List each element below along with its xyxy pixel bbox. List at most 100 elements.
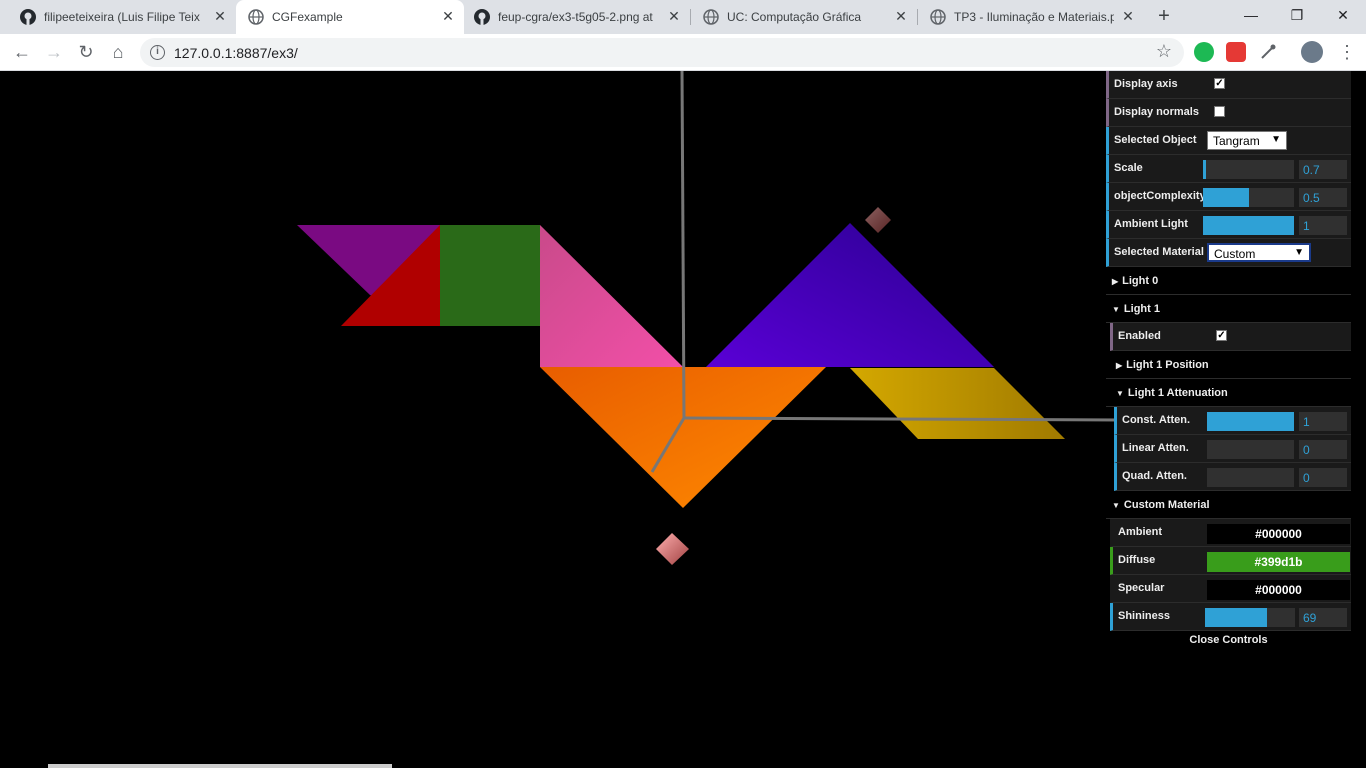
eyedropper-icon[interactable] [1258,42,1278,62]
light1-enabled-row[interactable]: Enabled ✓ [1110,323,1351,351]
folder-light1-position[interactable]: ▶ Light 1 Position [1106,351,1351,379]
const-atten-row[interactable]: Const. Atten. 1 [1114,407,1351,435]
shininess-label: Shininess [1118,610,1170,622]
close-tab-icon[interactable]: ✕ [212,8,228,24]
linear-atten-label: Linear Atten. [1122,442,1189,454]
specular-color-label: Specular [1118,582,1165,594]
forward-button[interactable]: → [42,40,66,64]
address-bar[interactable]: i 127.0.0.1:8887/ex3/ ☆ [140,38,1184,67]
shininess-slider[interactable] [1205,608,1295,627]
object-complexity-slider[interactable] [1203,188,1294,207]
caret-down-icon: ▼ [1116,389,1124,398]
minimize-button[interactable]: — [1228,0,1274,30]
selected-material-select[interactable]: Custom ▼ [1207,243,1311,262]
selected-object-row[interactable]: Selected Object Tangram ▼ [1106,127,1351,155]
quad-atten-slider[interactable] [1207,468,1294,487]
info-icon[interactable]: i [150,45,165,60]
url-text[interactable]: 127.0.0.1:8887/ex3/ [174,45,298,61]
quad-atten-row[interactable]: Quad. Atten. 0 [1114,463,1351,491]
yellow-parallelogram [850,368,1065,439]
browser-toolbar: ← → ↻ ⌂ i 127.0.0.1:8887/ex3/ ☆ ⋮ [0,34,1366,71]
tab-bar: filipeeteixeira (Luis Filipe Teixeira) ✕… [0,0,1366,34]
light-marker-diamond [865,207,891,233]
selected-material-row[interactable]: Selected Material Custom ▼ [1106,239,1351,267]
tab-github-file[interactable]: feup-cgra/ex3-t5g05-2.png at ✕ [464,0,690,34]
const-atten-value[interactable]: 1 [1299,412,1347,431]
tab-uc[interactable]: UC: Computação Gráfica ✕ [691,0,917,34]
folder-light1-attenuation[interactable]: ▼ Light 1 Attenuation [1106,379,1351,407]
extension-red-icon[interactable] [1226,42,1246,62]
tab-github-profile[interactable]: filipeeteixeira (Luis Filipe Teixeira) ✕ [8,0,236,34]
home-button[interactable]: ⌂ [106,40,130,64]
folder-custom-material-label: Custom Material [1123,499,1210,511]
close-tab-icon[interactable]: ✕ [1120,8,1136,24]
ambient-light-label: Ambient Light [1114,218,1188,230]
selected-object-select[interactable]: Tangram ▼ [1207,131,1287,150]
globe-icon [930,9,946,25]
blue-triangle [706,223,994,367]
close-tab-icon[interactable]: ✕ [666,8,682,24]
horizontal-scrollbar[interactable] [48,764,392,768]
scale-slider[interactable] [1203,160,1294,179]
reload-button[interactable]: ↻ [74,40,98,64]
object-complexity-value[interactable]: 0.5 [1299,188,1347,207]
new-tab-button[interactable]: + [1152,5,1176,29]
enabled-checkbox[interactable]: ✓ [1216,330,1227,341]
extension-green-icon[interactable] [1194,42,1214,62]
close-tab-icon[interactable]: ✕ [893,8,909,24]
folder-light-0[interactable]: ▶ Light 0 [1106,267,1351,295]
ambient-light-slider[interactable] [1203,216,1294,235]
shininess-value[interactable]: 69 [1299,608,1347,627]
ambient-color-row[interactable]: Ambient #000000 [1110,519,1351,547]
globe-icon [248,9,264,25]
tab-tp3-pdf[interactable]: TP3 - Iluminação e Materiais.pdf ✕ [918,0,1144,34]
scale-row[interactable]: Scale 0.7 [1106,155,1351,183]
tab-title: TP3 - Iluminação e Materiais.pdf [954,10,1114,24]
display-normals-checkbox[interactable] [1214,106,1225,117]
folder-light-1[interactable]: ▼ Light 1 [1106,295,1351,323]
folder-light1-position-label: Light 1 Position [1126,359,1209,371]
object-complexity-label: objectComplexity [1114,190,1206,202]
axis-x [683,416,1121,422]
avatar[interactable] [1301,41,1323,63]
close-tab-icon[interactable]: ✕ [440,8,456,24]
linear-atten-slider[interactable] [1207,440,1294,459]
linear-atten-row[interactable]: Linear Atten. 0 [1114,435,1351,463]
restore-button[interactable]: ❐ [1274,0,1320,30]
const-atten-slider[interactable] [1207,412,1294,431]
caret-right-icon: ▶ [1116,361,1123,370]
display-axis-row[interactable]: Display axis ✓ [1106,71,1351,99]
close-window-button[interactable]: ✕ [1320,0,1366,30]
ambient-light-row[interactable]: Ambient Light 1 [1106,211,1351,239]
diffuse-color-label: Diffuse [1118,554,1156,566]
menu-dots-icon[interactable]: ⋮ [1338,40,1356,64]
specular-color-swatch[interactable]: #000000 [1207,580,1350,600]
scale-slider-fill [1203,160,1206,179]
caret-right-icon: ▶ [1112,277,1119,286]
tab-title: CGFexample [272,10,343,24]
display-normals-row[interactable]: Display normals [1106,99,1351,127]
bookmark-star-icon[interactable]: ☆ [1156,41,1172,62]
quad-atten-value[interactable]: 0 [1299,468,1347,487]
linear-atten-value[interactable]: 0 [1299,440,1347,459]
github-icon [20,9,36,25]
object-complexity-row[interactable]: objectComplexity 0.5 [1106,183,1351,211]
ambient-color-label: Ambient [1118,526,1162,538]
ambient-color-swatch[interactable]: #000000 [1207,524,1350,544]
shininess-row[interactable]: Shininess 69 [1110,603,1351,631]
display-axis-checkbox[interactable]: ✓ [1214,78,1225,89]
tab-cgfexample[interactable]: CGFexample ✕ [236,0,464,34]
selected-object-label: Selected Object [1114,134,1197,146]
specular-color-row[interactable]: Specular #000000 [1110,575,1351,603]
pink-triangle [540,225,683,367]
scale-value[interactable]: 0.7 [1299,160,1347,179]
display-axis-label: Display axis [1114,78,1178,90]
diffuse-color-row[interactable]: Diffuse #399d1b [1110,547,1351,575]
folder-custom-material[interactable]: ▼ Custom Material [1106,491,1351,519]
diffuse-color-swatch[interactable]: #399d1b [1207,552,1350,572]
close-controls-button[interactable]: Close Controls [1106,631,1351,649]
back-button[interactable]: ← [10,40,34,64]
const-atten-slider-fill [1207,412,1294,431]
ambient-light-value[interactable]: 1 [1299,216,1347,235]
axis-y [680,71,686,419]
